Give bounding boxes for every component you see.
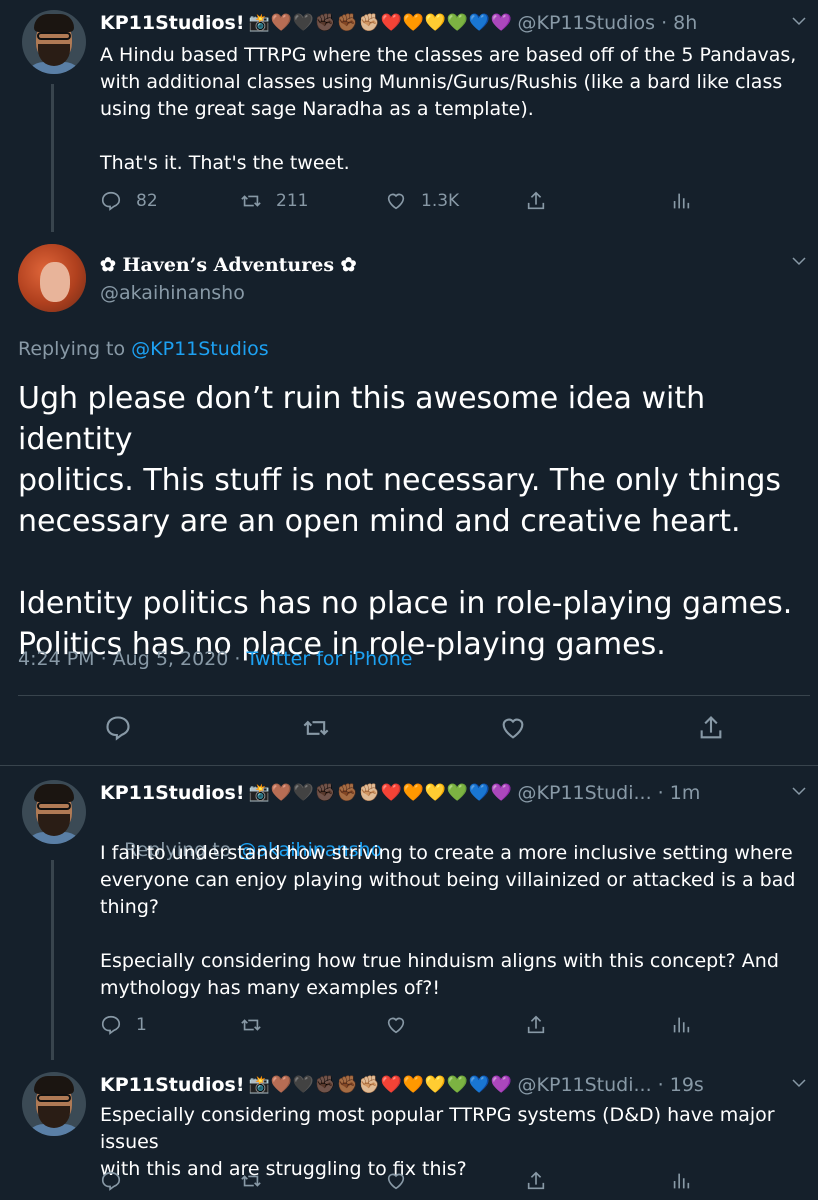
reply-count: 82 — [136, 191, 158, 211]
chevron-down-icon[interactable] — [790, 252, 808, 270]
reply-icon — [101, 1171, 121, 1191]
retweet-button[interactable] — [240, 1170, 262, 1192]
name-emojis: 📸 🤎 🖤 ✊🏿 ✊🏾 ✊🏼 ❤️ 🧡 💛 💚 💙 💜 — [248, 783, 512, 803]
share-icon — [527, 1171, 545, 1190]
retweet-icon — [241, 1019, 261, 1031]
retweet-button[interactable] — [302, 714, 330, 742]
reply-icon — [101, 1015, 121, 1035]
like-button[interactable]: 1.3K — [385, 190, 459, 212]
author-name[interactable]: ✿ Haven’s Adventures ✿ — [100, 254, 357, 276]
heart-icon — [387, 1017, 405, 1034]
author-handle[interactable]: @akaihinansho — [100, 282, 245, 304]
reply-button[interactable] — [104, 714, 132, 742]
thread-line — [51, 84, 54, 232]
author-handle-time[interactable]: @KP11Studi... · 19s — [518, 1074, 704, 1096]
avatar[interactable] — [22, 10, 86, 74]
divider — [0, 765, 818, 766]
retweet-button[interactable] — [240, 1014, 262, 1036]
author-name[interactable]: KP11Studios! — [100, 782, 245, 804]
share-button[interactable] — [525, 1014, 547, 1036]
share-button[interactable] — [697, 714, 725, 742]
analytics-button[interactable] — [670, 1014, 692, 1036]
avatar[interactable] — [22, 780, 86, 844]
reply-button[interactable] — [100, 1170, 122, 1192]
divider — [18, 695, 810, 696]
name-emojis: 📸 🤎 🖤 ✊🏿 ✊🏾 ✊🏼 ❤️ 🧡 💛 💚 💙 💜 — [248, 1075, 512, 1095]
chevron-down-icon[interactable] — [790, 1074, 808, 1092]
timestamp[interactable]: 4:24 PM · Aug 5, 2020 · — [18, 648, 246, 670]
analytics-icon — [673, 193, 690, 209]
analytics-button[interactable] — [670, 1170, 692, 1192]
name-emojis: 📸 🤎 🖤 ✊🏿 ✊🏾 ✊🏼 ❤️ 🧡 💛 💚 💙 💜 — [248, 13, 512, 33]
reply-button[interactable]: 1 — [100, 1014, 147, 1036]
like-button[interactable] — [499, 714, 527, 742]
tweet-text: Ugh please don’t ruin this awesome idea … — [18, 381, 793, 662]
replying-to-link[interactable]: @KP11Studios — [131, 338, 269, 360]
share-button[interactable] — [525, 1170, 547, 1192]
share-icon — [700, 716, 722, 739]
like-count: 1.3K — [421, 191, 460, 211]
analytics-icon — [673, 1173, 690, 1189]
heart-icon — [387, 1173, 405, 1190]
tweet-meta: 4:24 PM · Aug 5, 2020 · Twitter for iPho… — [18, 648, 413, 670]
author-name[interactable]: KP11Studios! — [100, 1074, 245, 1096]
chevron-down-icon[interactable] — [790, 782, 808, 800]
author-name[interactable]: KP11Studios! — [100, 12, 245, 34]
thread-line — [51, 860, 54, 1060]
retweet-icon — [241, 1175, 261, 1187]
tweet-text: A Hindu based TTRPG where the classes ar… — [100, 44, 797, 174]
author-handle-time[interactable]: @KP11Studios · 8h — [518, 12, 698, 34]
like-button[interactable] — [385, 1170, 407, 1192]
avatar[interactable] — [22, 1072, 86, 1136]
retweet-icon — [241, 195, 261, 207]
reply-count: 1 — [136, 1015, 147, 1035]
retweet-icon — [303, 720, 329, 736]
reply-icon — [106, 716, 130, 741]
tweet-text: I fail to understand how striving to cre… — [100, 842, 796, 999]
heart-icon — [502, 718, 524, 739]
source-link[interactable]: Twitter for iPhone — [246, 648, 412, 670]
like-button[interactable] — [385, 1014, 407, 1036]
heart-icon — [387, 193, 405, 210]
replying-to: Replying to @KP11Studios — [18, 338, 269, 360]
reply-button[interactable]: 82 — [100, 190, 158, 212]
author-handle-time[interactable]: @KP11Studi... · 1m — [518, 782, 701, 804]
analytics-icon — [673, 1017, 690, 1033]
share-button[interactable] — [525, 190, 547, 212]
chevron-down-icon[interactable] — [790, 12, 808, 30]
avatar[interactable] — [18, 244, 86, 312]
retweet-button[interactable]: 211 — [240, 190, 308, 212]
share-icon — [527, 1015, 545, 1034]
share-icon — [527, 191, 545, 210]
retweet-count: 211 — [276, 191, 309, 211]
reply-icon — [101, 191, 121, 211]
analytics-button[interactable] — [670, 190, 692, 212]
